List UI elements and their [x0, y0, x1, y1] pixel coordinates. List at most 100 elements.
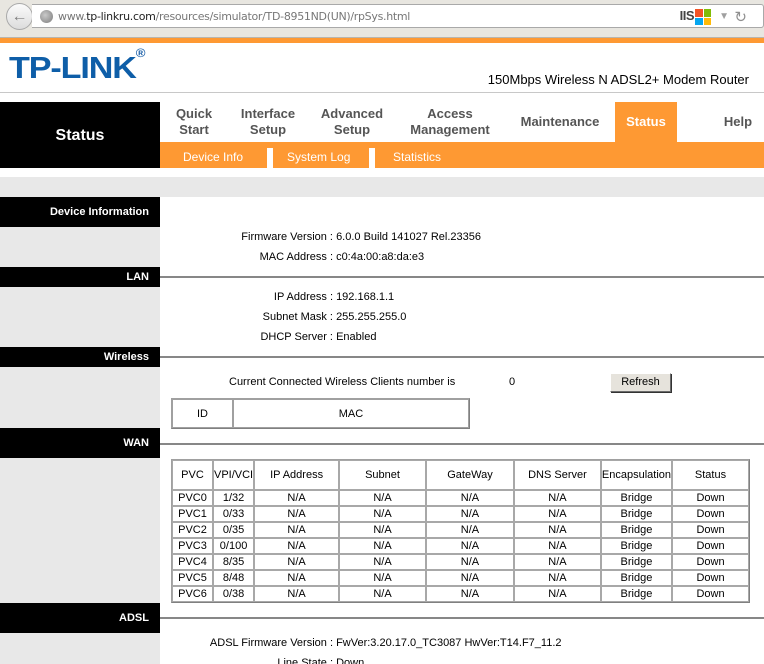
table-cell: Bridge [600, 586, 672, 602]
section-divider [160, 356, 764, 358]
table-cell: N/A [254, 554, 340, 570]
globe-icon [40, 10, 53, 23]
column-header-id: ID [172, 399, 233, 428]
table-row: PVC5 8/48 N/A N/A N/A N/A Bridge Down [172, 570, 749, 586]
wireless-clients-label: Current Connected Wireless Clients numbe… [229, 376, 456, 388]
reload-icon[interactable]: ↻ [734, 8, 747, 26]
table-cell: Bridge [600, 570, 672, 586]
url-text: www.tp-linkru.com/resources/simulator/TD… [58, 10, 411, 23]
table-cell: N/A [513, 490, 601, 506]
table-cell: N/A [254, 490, 340, 506]
nav-help[interactable]: Help [715, 102, 761, 142]
table-cell: Bridge [600, 554, 672, 570]
section-divider [160, 617, 764, 619]
table-cell: N/A [513, 538, 601, 554]
address-bar[interactable]: www.tp-linkru.com/resources/simulator/TD… [32, 4, 764, 28]
table-cell: Down [672, 506, 749, 522]
sub-nav: Device Info System Log Statistics [160, 142, 764, 168]
table-cell: N/A [339, 554, 426, 570]
table-header-row: PVC VPI/VCI IP Address Subnet GateWay DNS Ser… [172, 460, 749, 490]
table-cell: N/A [426, 570, 514, 586]
table-row: PVC2 0/35 N/A N/A N/A N/A Bridge Down [172, 522, 749, 538]
tp-link-logo: TP-LINK® [9, 45, 145, 85]
nav-maintenance[interactable]: Maintenance [510, 102, 610, 142]
table-cell: 8/48 [212, 570, 255, 586]
table-cell: PVC1 [172, 506, 213, 522]
table-cell: N/A [426, 554, 514, 570]
section-device-information: Device Information [0, 197, 160, 227]
table-cell: 1/32 [212, 490, 255, 506]
table-cell: N/A [254, 570, 340, 586]
line-state-row: Line State : Down [277, 657, 365, 664]
table-cell: Down [672, 522, 749, 538]
table-cell: PVC0 [172, 490, 213, 506]
table-cell: Down [672, 586, 749, 602]
subnav-divider [267, 148, 273, 168]
column-header: IP Address [254, 460, 340, 490]
nav-advanced-setup[interactable]: Advanced Setup [310, 102, 394, 142]
wireless-clients-table: ID MAC [171, 398, 470, 429]
table-cell: 0/100 [212, 538, 255, 554]
table-cell: PVC6 [172, 586, 213, 602]
table-cell: N/A [513, 506, 601, 522]
ip-address-row: IP Address : 192.168.1.1 [273, 291, 395, 303]
table-row: PVC4 8/35 N/A N/A N/A N/A Bridge Down [172, 554, 749, 570]
subnav-device-info[interactable]: Device Info [183, 142, 243, 168]
table-row: PVC3 0/100 N/A N/A N/A N/A Bridge Down [172, 538, 749, 554]
content-top-strip [0, 177, 764, 197]
table-cell: N/A [426, 586, 514, 602]
section-lan: LAN [0, 267, 160, 287]
table-cell: N/A [426, 538, 514, 554]
subnav-system-log[interactable]: System Log [287, 142, 350, 168]
wireless-clients-count: 0 [509, 376, 516, 388]
table-header-row: ID MAC [172, 399, 469, 428]
table-cell: 0/35 [212, 522, 255, 538]
table-cell: Down [672, 554, 749, 570]
refresh-button[interactable]: Refresh [610, 373, 671, 392]
table-cell: N/A [513, 570, 601, 586]
table-cell: Bridge [600, 538, 672, 554]
column-header: GateWay [426, 460, 514, 490]
current-section-title: Status [0, 102, 160, 168]
nav-access-management[interactable]: Access Management [400, 102, 500, 142]
table-cell: Bridge [600, 506, 672, 522]
subnet-mask-row: Subnet Mask : 255.255.255.0 [262, 311, 407, 323]
table-cell: N/A [339, 538, 426, 554]
section-wireless: Wireless [0, 347, 160, 367]
table-cell: Down [672, 490, 749, 506]
nav-quick-start[interactable]: Quick Start [160, 102, 228, 142]
windows-logo-icon [695, 9, 711, 25]
table-cell: PVC3 [172, 538, 213, 554]
banner-divider [0, 92, 764, 93]
back-button[interactable]: ← [6, 3, 33, 30]
table-cell: 0/38 [212, 586, 255, 602]
arrow-left-icon: ← [11, 7, 28, 25]
table-cell: 8/35 [212, 554, 255, 570]
section-divider [160, 276, 764, 278]
table-cell: Bridge [600, 522, 672, 538]
table-cell: N/A [254, 522, 340, 538]
table-cell: N/A [426, 522, 514, 538]
table-cell: PVC4 [172, 554, 213, 570]
table-cell: N/A [513, 586, 601, 602]
nav-interface-setup[interactable]: Interface Setup [232, 102, 304, 142]
mac-address-row: MAC Address : c0:4a:00:a8:da:e3 [259, 251, 425, 263]
firmware-version-row: Firmware Version : 6.0.0 Build 141027 Re… [241, 231, 482, 243]
nav-status[interactable]: Status [615, 102, 677, 142]
table-cell: N/A [339, 586, 426, 602]
history-dropdown-icon[interactable]: ▼ [719, 11, 729, 22]
wan-table: PVC VPI/VCI IP Address Subnet GateWay DNS Ser… [171, 459, 750, 603]
adsl-firmware-row: ADSL Firmware Version : FwVer:3.20.17.0_… [209, 637, 562, 649]
table-row: PVC1 0/33 N/A N/A N/A N/A Bridge Down [172, 506, 749, 522]
table-cell: N/A [254, 538, 340, 554]
column-header: DNS Server [513, 460, 601, 490]
column-header: Encapsulation [600, 460, 672, 490]
section-wan: WAN [0, 428, 160, 458]
browser-toolbar: ← www.tp-linkru.com/resources/simulator/… [0, 0, 764, 38]
table-cell: Down [672, 570, 749, 586]
table-row: PVC0 1/32 N/A N/A N/A N/A Bridge Down [172, 490, 749, 506]
column-header: Subnet [339, 460, 426, 490]
table-cell: N/A [254, 506, 340, 522]
dhcp-server-row: DHCP Server : Enabled [260, 331, 377, 343]
subnav-statistics[interactable]: Statistics [393, 142, 441, 168]
